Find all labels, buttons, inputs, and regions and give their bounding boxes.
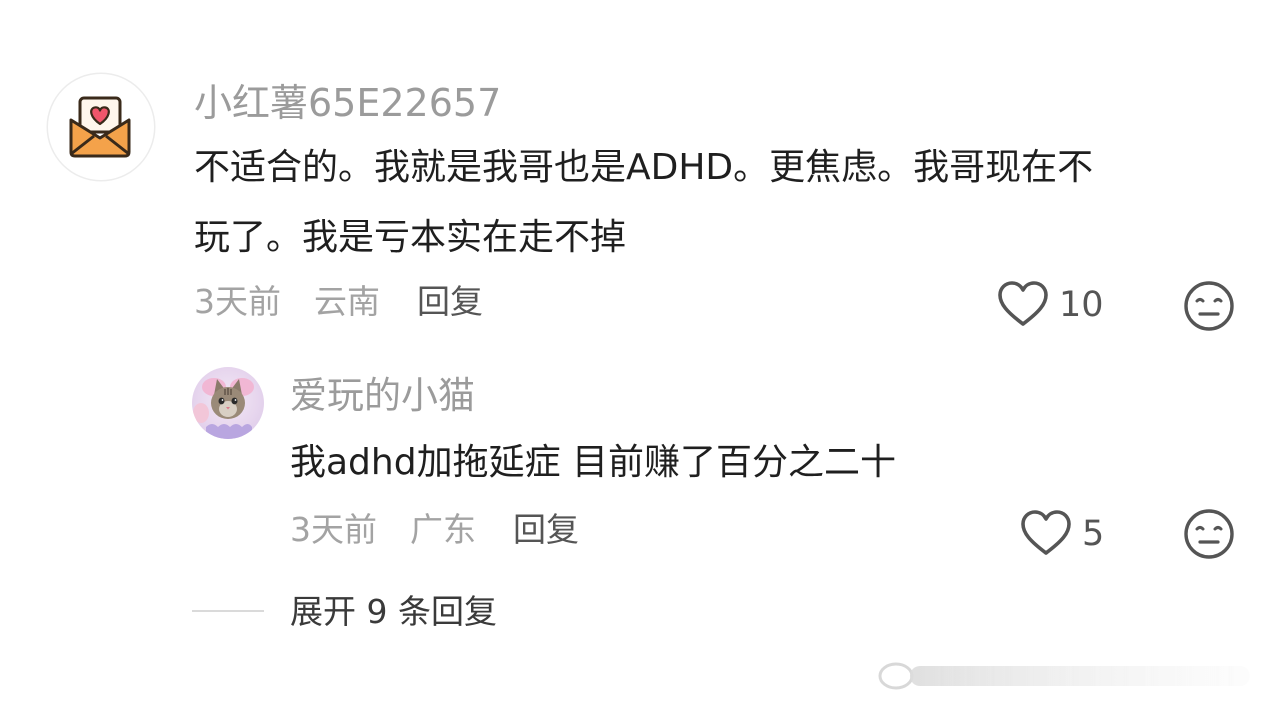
reply-text: 我adhd加拖延症 目前赚了百分之二十 [290,442,897,483]
heart-icon [1021,510,1071,555]
reply-dislike-button[interactable] [1183,508,1235,564]
reply-reply-button[interactable]: 回复 [513,513,579,546]
reply-time: 3天前 [290,510,377,549]
watermark-logo [876,654,1276,701]
reply-avatar[interactable] [192,367,264,439]
reply-like-button[interactable] [1020,509,1072,561]
comment-meta: 3天前 云南 [194,285,380,318]
reply-username[interactable]: 爱玩的小猫 [290,377,475,414]
comment-like-button[interactable] [997,280,1049,332]
expand-replies-button[interactable]: 展开 9 条回复 [290,595,497,628]
comment-text-line-2: 玩了。我是亏本实在走不掉 [194,217,627,258]
neutral-face-icon [1184,281,1234,331]
comment-text-line-1: 不适合的。我就是我哥也是ADHD。更焦虑。我哥现在不 [194,147,1094,188]
comment-time: 3天前 [194,282,281,321]
comment-like-count: 10 [1059,285,1104,325]
comment-username[interactable]: 小红薯65E22657 [194,84,501,122]
comment-dislike-button[interactable] [1183,280,1235,336]
comment-reply-button[interactable]: 回复 [417,285,483,318]
heart-icon [998,281,1048,326]
reply-meta: 3天前 广东 [290,513,476,546]
comment-avatar[interactable] [48,74,154,180]
neutral-face-icon [1184,509,1234,559]
cat-avatar [193,378,254,439]
reply-location: 广东 [410,510,476,549]
envelope-heart-icon [69,96,131,158]
reply-like-count: 5 [1082,514,1105,554]
comment-location: 云南 [314,282,380,321]
expand-divider [192,610,264,612]
